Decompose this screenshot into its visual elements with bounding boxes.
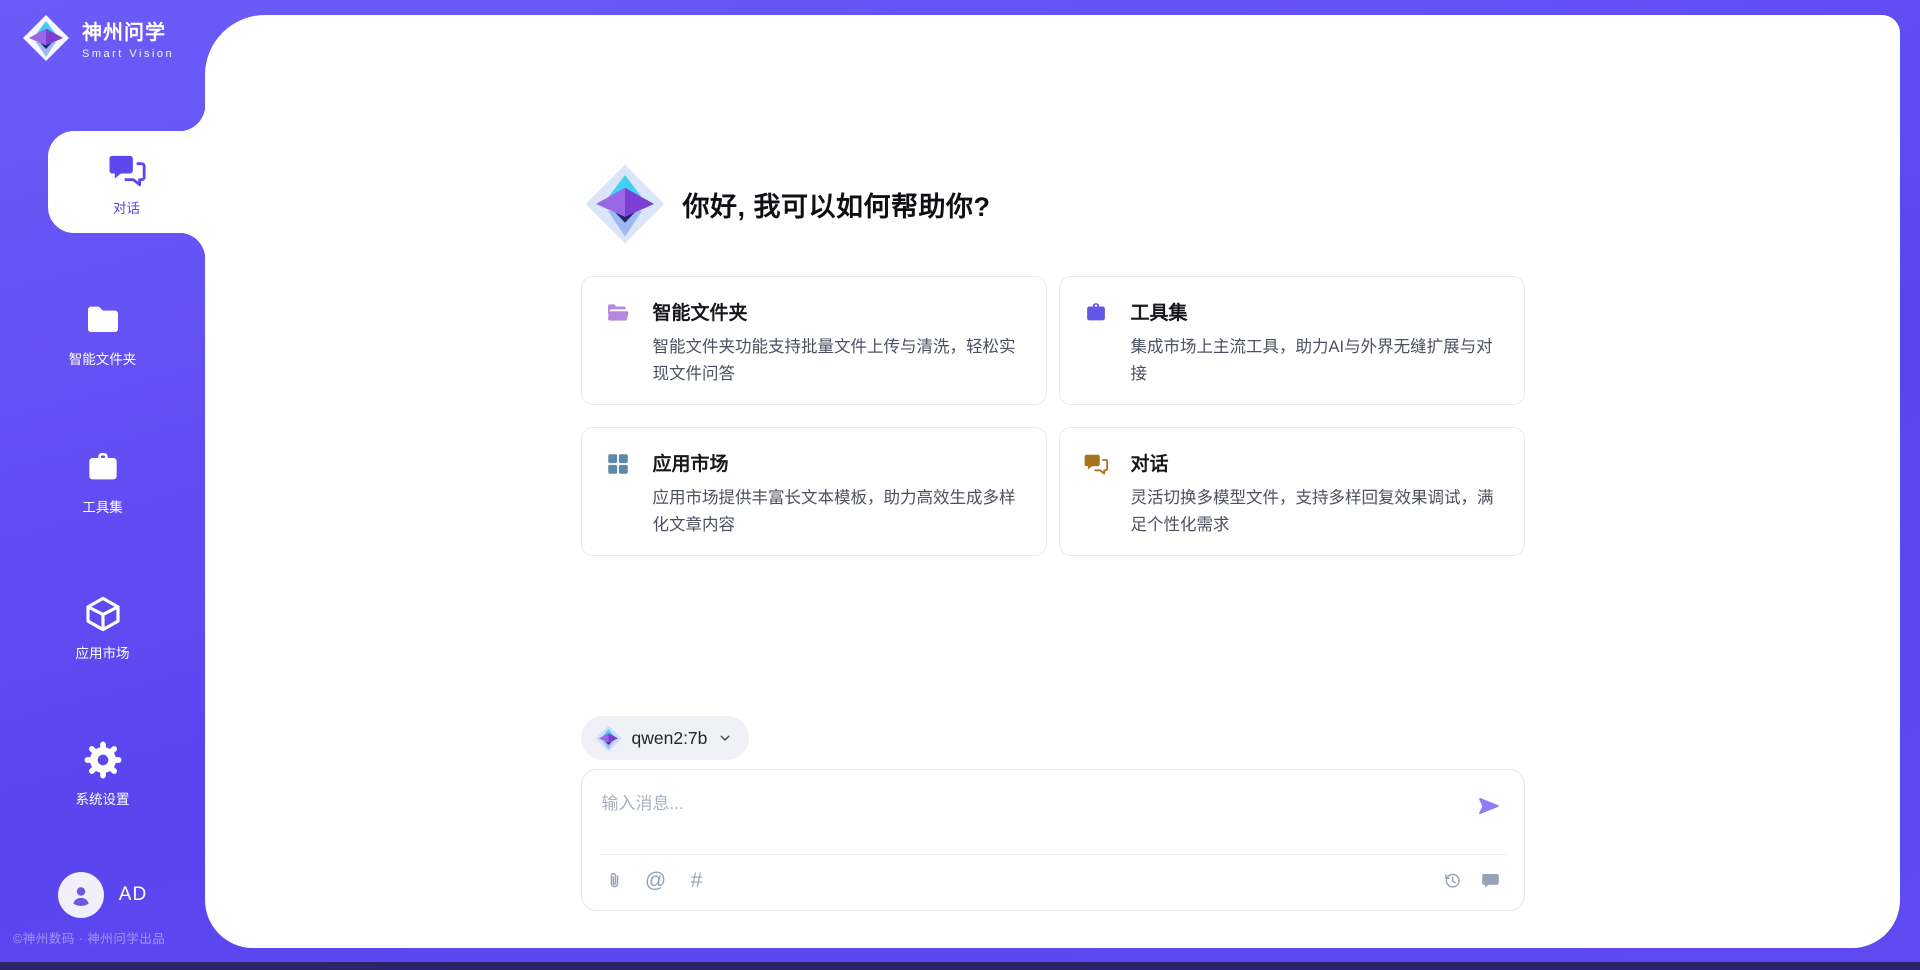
card-toolset[interactable]: 工具集 集成市场上主流工具，助力AI与外界无缝扩展与对接: [1059, 276, 1525, 405]
hashtag-icon[interactable]: #: [686, 868, 708, 892]
history-icon[interactable]: [1442, 868, 1464, 892]
card-description: 应用市场提供丰富长文本模板，助力高效生成多样化文章内容: [653, 485, 1022, 539]
attachment-icon[interactable]: [604, 868, 626, 892]
send-plane-icon: [1475, 792, 1503, 820]
card-description: 集成市场上主流工具，助力AI与外界无缝扩展与对接: [1131, 334, 1500, 388]
card-title: 工具集: [1131, 298, 1500, 325]
person-icon: [67, 881, 95, 909]
bottom-edge-strip: [0, 962, 1920, 970]
composer: @ #: [581, 769, 1525, 911]
card-smart-folder[interactable]: 智能文件夹 智能文件夹功能支持批量文件上传与清洗，轻松实现文件问答: [581, 276, 1047, 405]
chevron-down-icon: [717, 730, 733, 746]
card-description: 智能文件夹功能支持批量文件上传与清洗，轻松实现文件问答: [653, 334, 1022, 388]
main-panel: 你好, 我可以如何帮助你? 智能文件夹 智能文件夹功能支持批量文件上传与清洗，轻…: [205, 15, 1900, 948]
message-input[interactable]: [582, 770, 1434, 850]
mention-icon[interactable]: @: [645, 868, 667, 892]
briefcase-icon: [1083, 300, 1109, 326]
copyright-footer: ©神州数码 · 神州问学出品: [13, 928, 165, 947]
apps-grid-icon: [605, 451, 631, 477]
sidebar-item-label: 工具集: [82, 496, 123, 516]
sidebar-item-toolset[interactable]: 工具集: [0, 446, 205, 516]
brand-subtitle: Smart Vision: [82, 48, 174, 60]
card-app-market[interactable]: 应用市场 应用市场提供丰富长文本模板，助力高效生成多样化文章内容: [581, 427, 1047, 556]
chat-bubbles-icon: [1083, 451, 1109, 477]
brand-name: 神州问学: [82, 16, 174, 45]
user-name: AD: [119, 884, 147, 906]
app-logo-icon: [584, 163, 666, 245]
sidebar: 神州问学 Smart Vision 对话 智能文件夹 工具集: [0, 0, 205, 970]
card-title: 应用市场: [653, 449, 1022, 476]
avatar: [58, 872, 104, 918]
composer-divider: [600, 854, 1506, 855]
model-selector[interactable]: qwen2:7b: [581, 716, 750, 760]
briefcase-icon: [81, 446, 125, 490]
model-logo-icon: [595, 725, 622, 752]
card-title: 智能文件夹: [653, 298, 1022, 325]
send-button[interactable]: [1474, 792, 1504, 822]
brand-logo-icon: [22, 14, 70, 62]
sidebar-item-chat[interactable]: 对话: [48, 131, 205, 233]
greeting-text: 你好, 我可以如何帮助你?: [683, 185, 991, 224]
sidebar-item-settings[interactable]: 系统设置: [0, 738, 205, 808]
sidebar-item-label: 对话: [113, 197, 140, 217]
folder-icon: [81, 298, 125, 342]
chat-bubbles-icon: [105, 148, 149, 192]
gear-icon: [81, 738, 125, 782]
user-profile[interactable]: AD: [0, 872, 205, 918]
feature-cards: 智能文件夹 智能文件夹功能支持批量文件上传与清洗，轻松实现文件问答 工具集 集成…: [581, 276, 1525, 556]
sidebar-item-smart-folder[interactable]: 智能文件夹: [0, 298, 205, 368]
greeting: 你好, 我可以如何帮助你?: [581, 163, 1525, 245]
card-title: 对话: [1131, 449, 1500, 476]
cube-icon: [81, 592, 125, 636]
sidebar-item-label: 智能文件夹: [69, 348, 137, 368]
sidebar-item-label: 应用市场: [76, 642, 130, 662]
brand: 神州问学 Smart Vision: [22, 14, 174, 62]
chat-bubble-icon[interactable]: [1480, 868, 1502, 892]
folder-open-icon: [605, 300, 631, 326]
model-name: qwen2:7b: [632, 728, 708, 749]
sidebar-item-label: 系统设置: [76, 788, 130, 808]
card-chat[interactable]: 对话 灵活切换多模型文件，支持多样回复效果调试，满足个性化需求: [1059, 427, 1525, 556]
card-description: 灵活切换多模型文件，支持多样回复效果调试，满足个性化需求: [1131, 485, 1500, 539]
sidebar-item-app-market[interactable]: 应用市场: [0, 592, 205, 662]
